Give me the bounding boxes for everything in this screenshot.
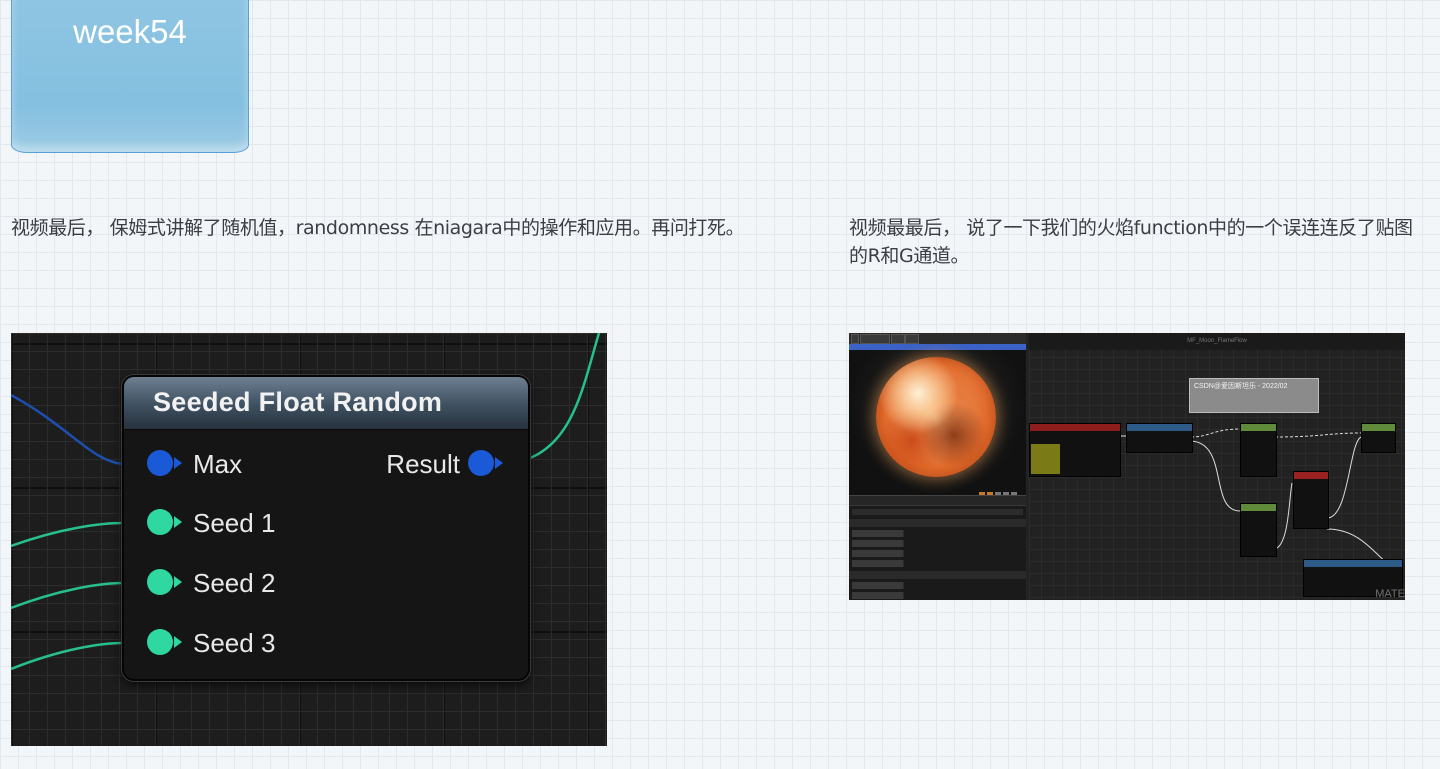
lerp-node-1[interactable] xyxy=(1240,423,1277,477)
seed2-input-pin[interactable] xyxy=(147,569,182,595)
viewport-tabs xyxy=(849,333,1026,344)
lerp-node-2[interactable] xyxy=(1240,503,1277,557)
caption-right: 视频最最后， 说了一下我们的火焰function中的一个误连连反了贴图的R和G通… xyxy=(849,217,1413,267)
seed3-input-pin[interactable] xyxy=(147,629,182,655)
graph-comment-text: CSDN@爱因斯坦乐 - 2022/02 xyxy=(1194,383,1288,390)
fire-sphere-preview xyxy=(876,357,996,477)
multiply-node[interactable] xyxy=(1361,423,1396,453)
seed1-pin-label: Seed 1 xyxy=(193,508,276,538)
pin-row-max: Max Result xyxy=(124,443,528,483)
sticky-note-title: week54 xyxy=(73,13,187,50)
node-graph-image[interactable]: Seeded Float Random Max Result Seed 1 Se… xyxy=(11,333,607,746)
material-preview-viewport[interactable] xyxy=(849,350,1026,495)
max-input-pin[interactable] xyxy=(147,450,182,476)
result-output-pin[interactable] xyxy=(468,450,503,476)
pin-row-seed3: Seed 3 xyxy=(124,623,528,663)
texture-sample-node[interactable] xyxy=(1029,423,1121,477)
seed1-input-pin[interactable] xyxy=(147,509,182,535)
seed2-pin-label: Seed 2 xyxy=(193,568,276,598)
details-panel xyxy=(849,495,1026,600)
pin-row-seed1: Seed 1 xyxy=(124,503,528,543)
pin-row-seed2: Seed 2 xyxy=(124,563,528,603)
editor-watermark: MATE xyxy=(1375,588,1405,600)
graph-comment-box[interactable]: CSDN@爱因斯坦乐 - 2022/02 xyxy=(1189,378,1319,413)
function-node[interactable] xyxy=(1126,423,1193,453)
seeded-float-random-node[interactable]: Seeded Float Random Max Result Seed 1 Se… xyxy=(122,375,530,681)
node-header[interactable]: Seeded Float Random xyxy=(124,377,528,430)
node-title: Seeded Float Random xyxy=(153,387,443,417)
caption-left: 视频最后， 保姆式讲解了随机值，randomness 在niagara中的操作和… xyxy=(11,217,745,239)
param-node[interactable] xyxy=(1293,471,1329,529)
seed3-pin-label: Seed 3 xyxy=(193,628,276,658)
material-graph[interactable]: MF_Moon_FlameFlow CSDN@爱因斯坦乐 - 2022/02 xyxy=(1029,333,1405,600)
result-pin-label: Result xyxy=(386,449,460,479)
sticky-note[interactable]: week54 xyxy=(11,0,249,153)
material-editor-image[interactable]: MF_Moon_FlameFlow CSDN@爱因斯坦乐 - 2022/02 M… xyxy=(849,333,1405,600)
max-pin-label: Max xyxy=(193,449,243,479)
